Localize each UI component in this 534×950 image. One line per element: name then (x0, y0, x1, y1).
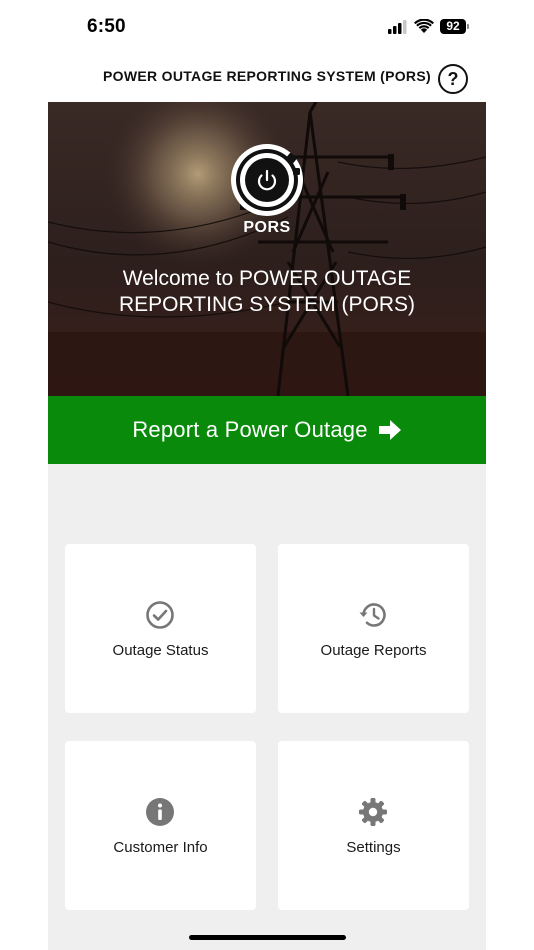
hero-banner: PORS Welcome to POWER OUTAGE REPORTING S… (48, 102, 486, 396)
welcome-text: Welcome to POWER OUTAGE REPORTING SYSTEM… (119, 267, 415, 316)
outage-reports-tile[interactable]: Outage Reports (278, 544, 469, 713)
tile-label: Customer Info (113, 839, 208, 856)
app-header: POWER OUTAGE REPORTING SYSTEM (PORS) ? (0, 56, 534, 102)
tile-label: Outage Status (112, 642, 209, 659)
battery-icon: 92 (440, 19, 469, 34)
outage-status-tile[interactable]: Outage Status (65, 544, 256, 713)
check-circle-icon (146, 601, 174, 629)
report-outage-button[interactable]: Report a Power Outage (48, 396, 486, 464)
status-time: 6:50 (87, 16, 126, 37)
help-button[interactable]: ? (438, 64, 468, 94)
status-icons: 92 (388, 19, 469, 34)
home-indicator[interactable] (189, 935, 346, 940)
tile-label: Outage Reports (320, 642, 427, 659)
battery-level: 92 (446, 19, 460, 33)
question-circle-icon: ? (447, 69, 459, 89)
pors-logo (231, 144, 303, 216)
tile-label: Settings (346, 839, 401, 856)
logo-text: PORS (243, 219, 291, 236)
customer-info-tile[interactable]: Customer Info (65, 741, 256, 910)
status-bar: 6:50 92 (0, 0, 534, 56)
info-circle-icon (146, 798, 174, 826)
signal-icon (388, 19, 407, 34)
report-outage-label: Report a Power Outage (132, 417, 368, 442)
arrow-right-icon (378, 420, 401, 440)
menu-grid: Outage Status Outage Reports Customer In… (48, 464, 486, 950)
page-title: POWER OUTAGE REPORTING SYSTEM (PORS) (103, 68, 431, 84)
history-icon (359, 603, 386, 627)
app-screen: 6:50 92 POWER OUTAGE REPORTING SYSTEM (P… (0, 0, 534, 950)
wifi-icon (414, 19, 434, 33)
settings-tile[interactable]: Settings (278, 741, 469, 910)
gear-icon (359, 798, 387, 826)
